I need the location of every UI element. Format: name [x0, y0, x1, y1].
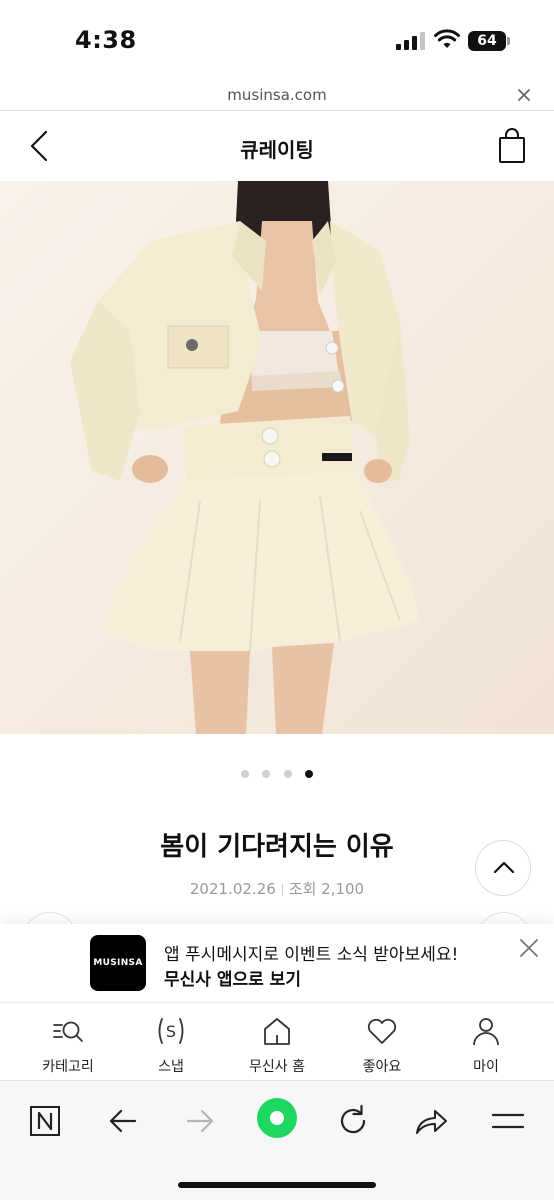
- carousel-dot-active[interactable]: [304, 770, 313, 778]
- status-time: 4:38: [75, 26, 137, 54]
- article-title: 봄이 기다려지는 이유: [160, 832, 394, 862]
- user-icon: [473, 1018, 499, 1046]
- close-icon[interactable]: [518, 937, 540, 959]
- nav-label: 좋아요: [362, 1059, 402, 1075]
- forward-arrow-icon[interactable]: [180, 1101, 220, 1141]
- scroll-to-top-button[interactable]: [475, 840, 531, 896]
- share-icon[interactable]: [411, 1101, 451, 1141]
- status-bar: 4:38 64: [0, 0, 554, 80]
- close-icon[interactable]: [514, 85, 534, 105]
- wifi-icon: [434, 29, 460, 48]
- home-icon: [264, 1018, 290, 1045]
- url-bar[interactable]: musinsa.com: [0, 80, 554, 110]
- cellular-signal-icon: [396, 32, 426, 50]
- app-push-banner[interactable]: MUSINSA 앱 푸시메시지로 이벤트 소식 받아보세요! 무신사 앱으로 보…: [0, 924, 554, 1002]
- green-dot-button-icon[interactable]: [256, 1097, 298, 1139]
- category-search-icon: [53, 1021, 83, 1042]
- carousel-dot[interactable]: [241, 770, 250, 778]
- hero-illustration: [0, 181, 554, 734]
- article-date: 2021.02.26: [189, 880, 276, 898]
- nav-label: 무신사 홈: [249, 1059, 305, 1075]
- nav-label: 마이: [473, 1059, 499, 1075]
- url-text[interactable]: musinsa.com: [0, 86, 554, 104]
- shopping-bag-icon[interactable]: [494, 127, 530, 165]
- nav-item-snap[interactable]: S 스냅: [121, 1011, 221, 1077]
- svg-text:S: S: [166, 1022, 176, 1041]
- hero-image[interactable]: [0, 181, 554, 734]
- nav-item-category[interactable]: 카테고리: [18, 1011, 118, 1077]
- bottom-navigation: 카테고리 S 스냅 무신사 홈 좋아요 마이: [0, 1002, 554, 1080]
- refresh-icon[interactable]: [333, 1101, 373, 1141]
- nav-item-my[interactable]: 마이: [436, 1011, 536, 1077]
- nav-item-home[interactable]: 무신사 홈: [227, 1011, 327, 1077]
- menu-icon[interactable]: [488, 1101, 528, 1141]
- nav-label: 카테고리: [42, 1059, 94, 1075]
- back-arrow-icon[interactable]: [103, 1101, 143, 1141]
- naver-home-icon[interactable]: [25, 1101, 65, 1141]
- carousel-dot[interactable]: [283, 770, 292, 778]
- musinsa-logo: MUSINSA: [90, 935, 146, 991]
- article-meta: 2021.02.26 조회 2,100: [0, 878, 554, 899]
- carousel-dot[interactable]: [262, 770, 271, 778]
- article-views: 조회 2,100: [288, 880, 365, 898]
- snap-icon: S: [158, 1018, 184, 1044]
- nav-label: 스냅: [158, 1059, 184, 1075]
- page-title: 큐레이팅: [240, 138, 314, 162]
- chevron-up-icon: [493, 861, 515, 874]
- carousel-indicator[interactable]: [0, 763, 554, 778]
- page-header: 큐레이팅: [0, 111, 554, 181]
- nav-item-likes[interactable]: 좋아요: [332, 1011, 432, 1077]
- heart-icon: [367, 1018, 397, 1044]
- meta-divider: [281, 883, 283, 896]
- home-indicator: [178, 1182, 376, 1188]
- battery-tip: [507, 37, 510, 45]
- battery-level: 64: [468, 31, 506, 51]
- push-message: 앱 푸시메시지로 이벤트 소식 받아보세요!: [164, 945, 459, 965]
- open-app-link[interactable]: 무신사 앱으로 보기: [164, 965, 301, 990]
